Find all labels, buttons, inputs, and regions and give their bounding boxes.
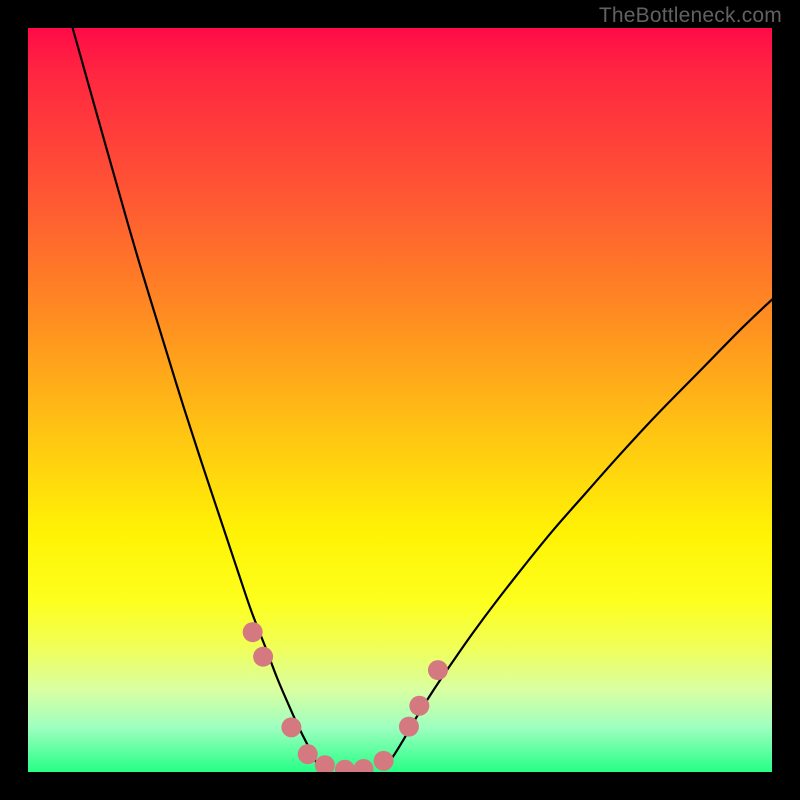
highlight-dot [253,647,273,667]
curve-left-branch [73,28,320,769]
highlight-dots-group [243,622,448,772]
highlight-dot [354,759,374,772]
highlight-dot [315,755,335,772]
highlight-dot [335,760,355,772]
highlight-dot [428,660,448,680]
highlight-dot [409,696,429,716]
highlight-dot [298,744,318,764]
highlight-dot [281,717,301,737]
chart-overlay-svg [28,28,772,772]
gradient-plot-area [28,28,772,772]
curve-right-branch [382,300,772,769]
highlight-dot [374,751,394,771]
highlight-dot [243,622,263,642]
highlight-dot [399,717,419,737]
watermark-text: TheBottleneck.com [599,4,782,28]
